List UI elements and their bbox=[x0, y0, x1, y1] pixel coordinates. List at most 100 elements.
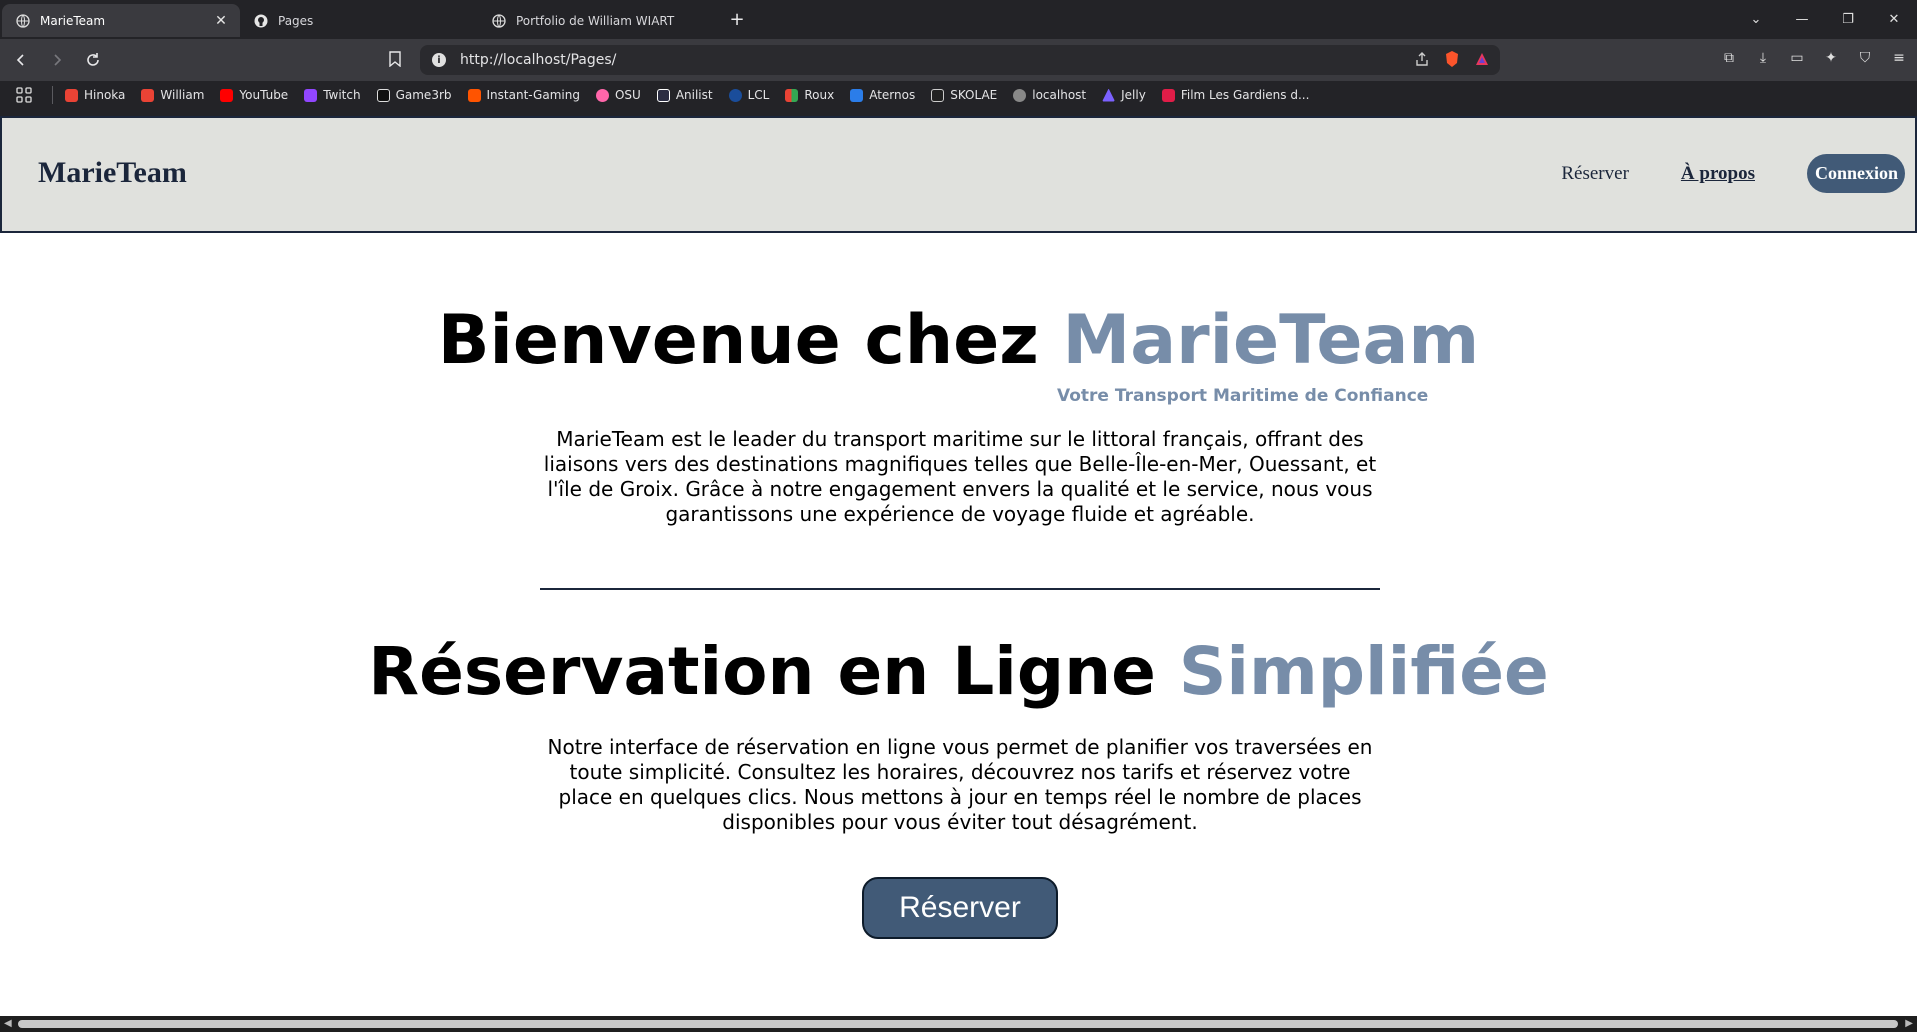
nav-about-link[interactable]: À propos bbox=[1681, 163, 1755, 185]
wallet-icon[interactable]: ▭ bbox=[1787, 48, 1807, 68]
bookmark-item[interactable]: OSU bbox=[595, 88, 641, 102]
film-icon bbox=[1161, 88, 1175, 102]
forward-icon[interactable] bbox=[42, 45, 72, 75]
gmail-icon bbox=[65, 88, 78, 102]
bookmark-label: SKOLAE bbox=[950, 88, 998, 102]
bookmark-icon[interactable] bbox=[388, 51, 402, 71]
url-text: http://localhost/Pages/ bbox=[460, 52, 617, 68]
globe-icon bbox=[492, 13, 506, 28]
close-window-icon[interactable]: ✕ bbox=[1871, 12, 1917, 27]
address-bar[interactable]: i http://localhost/Pages/ bbox=[420, 45, 1500, 75]
restore-icon[interactable]: ❐ bbox=[1825, 12, 1871, 27]
bookmark-label: Roux bbox=[804, 88, 835, 102]
leo-ai-icon[interactable]: ✦ bbox=[1821, 48, 1841, 68]
booking-title: Réservation en Ligne Simplifiée bbox=[0, 633, 1917, 710]
bookmark-label: Anilist bbox=[675, 88, 713, 102]
reserve-cta-button[interactable]: Réserver bbox=[862, 877, 1058, 939]
download-icon[interactable]: ⤓ bbox=[1753, 48, 1773, 68]
youtube-icon bbox=[220, 88, 234, 102]
new-tab-icon[interactable]: + bbox=[722, 5, 752, 35]
url-actions bbox=[1414, 50, 1490, 72]
tab-title: Portfolio de William WIART bbox=[516, 13, 675, 28]
reload-icon[interactable] bbox=[78, 45, 108, 75]
tab-strip: MarieTeam ✕ Pages Portfolio de William W… bbox=[0, 0, 1917, 39]
bookmark-item[interactable]: William bbox=[141, 88, 204, 102]
tab-pages[interactable]: Pages bbox=[240, 4, 478, 37]
apps-grid-icon[interactable] bbox=[16, 87, 38, 103]
bookmark-label: Instant-Gaming bbox=[486, 88, 580, 102]
bookmark-item[interactable]: Jelly bbox=[1102, 88, 1146, 102]
skolae-icon bbox=[931, 88, 945, 102]
scroll-right-icon[interactable]: ▶ bbox=[1905, 1018, 1913, 1029]
site-logo[interactable]: MarieTeam bbox=[38, 156, 187, 190]
globe-icon bbox=[16, 13, 30, 28]
booking-title-accent: Simplifiée bbox=[1178, 633, 1549, 710]
bookmarks-separator bbox=[52, 86, 53, 104]
bookmark-item[interactable]: SKOLAE bbox=[931, 88, 997, 102]
close-tab-icon[interactable]: ✕ bbox=[212, 13, 230, 29]
bookmark-label: Film Les Gardiens d... bbox=[1180, 88, 1310, 102]
section-divider bbox=[540, 588, 1380, 590]
bookmark-item[interactable]: localhost bbox=[1013, 88, 1086, 102]
main-nav: Réserver À propos Connexion bbox=[1561, 154, 1905, 193]
bookmark-item[interactable]: Game3rb bbox=[376, 88, 452, 102]
globe-icon bbox=[1013, 88, 1027, 102]
bookmark-label: YouTube bbox=[239, 88, 289, 102]
gmail-icon bbox=[141, 88, 155, 102]
extensions-icon[interactable]: ⧉ bbox=[1719, 48, 1739, 68]
brave-shields-icon[interactable] bbox=[1444, 50, 1460, 72]
tab-list-icon[interactable]: ⌄ bbox=[1733, 12, 1779, 27]
game3rb-icon bbox=[376, 88, 390, 102]
osu-icon bbox=[595, 88, 609, 102]
menu-icon[interactable]: ≡ bbox=[1889, 48, 1909, 68]
vpn-icon[interactable]: ⛉ bbox=[1855, 48, 1875, 68]
bookmark-label: OSU bbox=[614, 88, 641, 102]
lcl-icon bbox=[728, 88, 742, 102]
share-icon[interactable] bbox=[1414, 51, 1430, 71]
hero-tagline: Votre Transport Maritime de Confiance bbox=[1057, 386, 1429, 406]
bookmark-label: William bbox=[160, 88, 205, 102]
bookmark-item[interactable]: Hinoka bbox=[65, 88, 125, 102]
bookmark-label: localhost bbox=[1032, 88, 1087, 102]
booking-paragraph: Notre interface de réservation en ligne … bbox=[547, 735, 1373, 834]
hero-title-main: Bienvenue chez bbox=[437, 301, 1063, 380]
horizontal-scrollbar[interactable]: ◀ ▶ bbox=[0, 1016, 1917, 1032]
hero-paragraph: MarieTeam est le leader du transport mar… bbox=[543, 427, 1377, 526]
bookmark-item[interactable]: Instant-Gaming bbox=[467, 88, 580, 102]
browser-tools: ⧉ ⤓ ▭ ✦ ⛉ ≡ bbox=[1719, 48, 1909, 68]
anilist-icon bbox=[656, 88, 670, 102]
booking-title-main: Réservation en Ligne bbox=[368, 633, 1179, 710]
bookmark-item[interactable]: Twitch bbox=[304, 88, 361, 102]
hero-title-accent: MarieTeam bbox=[1062, 301, 1480, 380]
bookmark-item[interactable]: Film Les Gardiens d... bbox=[1161, 88, 1310, 102]
bookmark-label: Game3rb bbox=[395, 88, 452, 102]
bookmark-label: LCL bbox=[747, 88, 770, 102]
back-icon[interactable] bbox=[6, 45, 36, 75]
bookmark-label: Hinoka bbox=[84, 88, 126, 102]
hero-title: Bienvenue chez MarieTeam bbox=[0, 301, 1917, 380]
bookmark-item[interactable]: Aternos bbox=[850, 88, 915, 102]
bookmark-label: Twitch bbox=[323, 88, 361, 102]
github-icon bbox=[254, 14, 268, 28]
bookmarks-bar: Hinoka William YouTube Twitch Game3rb In… bbox=[0, 81, 1917, 109]
site-info-icon[interactable]: i bbox=[432, 53, 446, 67]
jellyfin-icon bbox=[1102, 88, 1116, 102]
bookmark-item[interactable]: Roux bbox=[785, 88, 834, 102]
tab-marieteam[interactable]: MarieTeam ✕ bbox=[2, 4, 240, 37]
login-button[interactable]: Connexion bbox=[1807, 154, 1905, 193]
browser-chrome: MarieTeam ✕ Pages Portfolio de William W… bbox=[0, 0, 1917, 116]
tab-portfolio[interactable]: Portfolio de William WIART bbox=[478, 4, 716, 37]
site-header: MarieTeam Réserver À propos Connexion bbox=[0, 116, 1917, 233]
brave-rewards-icon[interactable] bbox=[1474, 51, 1490, 71]
minimize-icon[interactable]: — bbox=[1779, 12, 1825, 27]
roux-icon bbox=[785, 88, 799, 102]
scroll-left-icon[interactable]: ◀ bbox=[4, 1018, 12, 1029]
bookmark-item[interactable]: Anilist bbox=[656, 88, 713, 102]
bookmark-item[interactable]: YouTube bbox=[220, 88, 288, 102]
bookmark-item[interactable]: LCL bbox=[728, 88, 770, 102]
nav-reserve-link[interactable]: Réserver bbox=[1561, 163, 1629, 185]
scrollbar-thumb[interactable] bbox=[18, 1020, 1898, 1028]
bookmark-label: Aternos bbox=[869, 88, 916, 102]
tab-title: MarieTeam bbox=[40, 13, 106, 28]
instant-gaming-icon bbox=[467, 88, 481, 102]
